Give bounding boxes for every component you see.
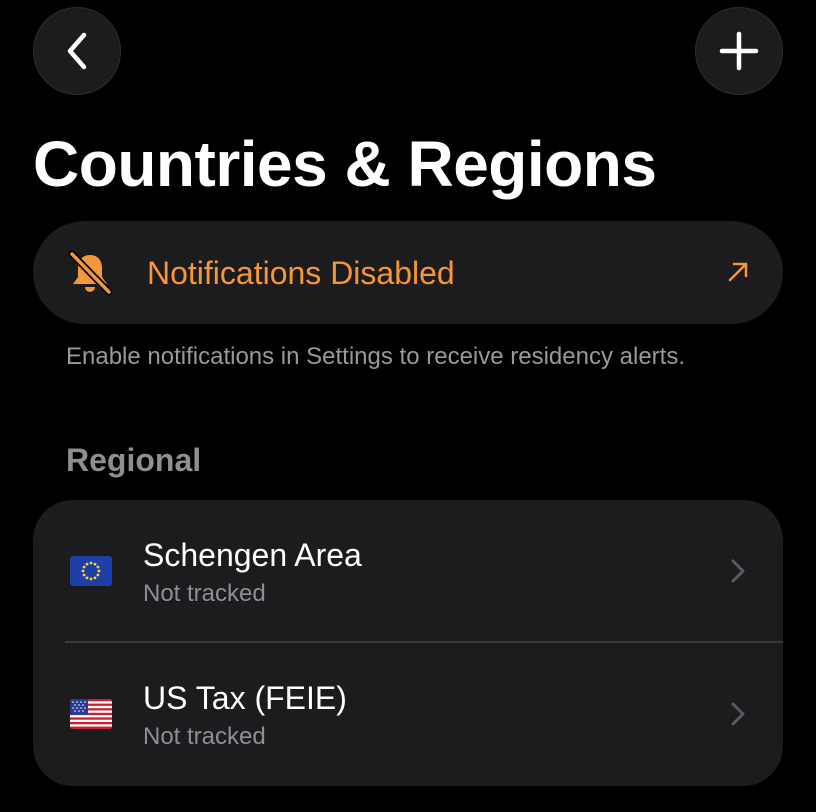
list-item-title: Schengen Area bbox=[143, 537, 362, 573]
list-item-status: Not tracked bbox=[143, 723, 266, 750]
chevron-right-icon bbox=[731, 702, 745, 726]
back-button[interactable] bbox=[33, 7, 121, 95]
chevron-right-icon bbox=[731, 559, 745, 583]
notifications-disabled-card[interactable]: Notifications Disabled bbox=[33, 221, 783, 324]
chevron-left-icon bbox=[67, 32, 87, 70]
list-item-title: US Tax (FEIE) bbox=[143, 680, 347, 716]
list-item-status: Not tracked bbox=[143, 580, 266, 607]
add-button[interactable] bbox=[695, 7, 783, 95]
list-item-us-tax-feie[interactable]: US Tax (FEIE) Not tracked bbox=[33, 643, 783, 786]
section-header-regional: Regional bbox=[66, 442, 202, 478]
notifications-footer-text: Enable notifications in Settings to rece… bbox=[66, 343, 685, 370]
notifications-disabled-label: Notifications Disabled bbox=[147, 255, 455, 291]
regional-list: Schengen Area Not tracked US Tax (FEIE) … bbox=[33, 500, 783, 786]
arrow-up-right-icon bbox=[728, 262, 748, 282]
plus-icon bbox=[719, 31, 759, 71]
page-title: Countries & Regions bbox=[33, 128, 657, 200]
us-flag-icon bbox=[70, 699, 112, 729]
eu-flag-icon bbox=[70, 556, 112, 586]
bell-slash-icon bbox=[68, 250, 113, 296]
list-item-schengen-area[interactable]: Schengen Area Not tracked bbox=[33, 500, 783, 643]
